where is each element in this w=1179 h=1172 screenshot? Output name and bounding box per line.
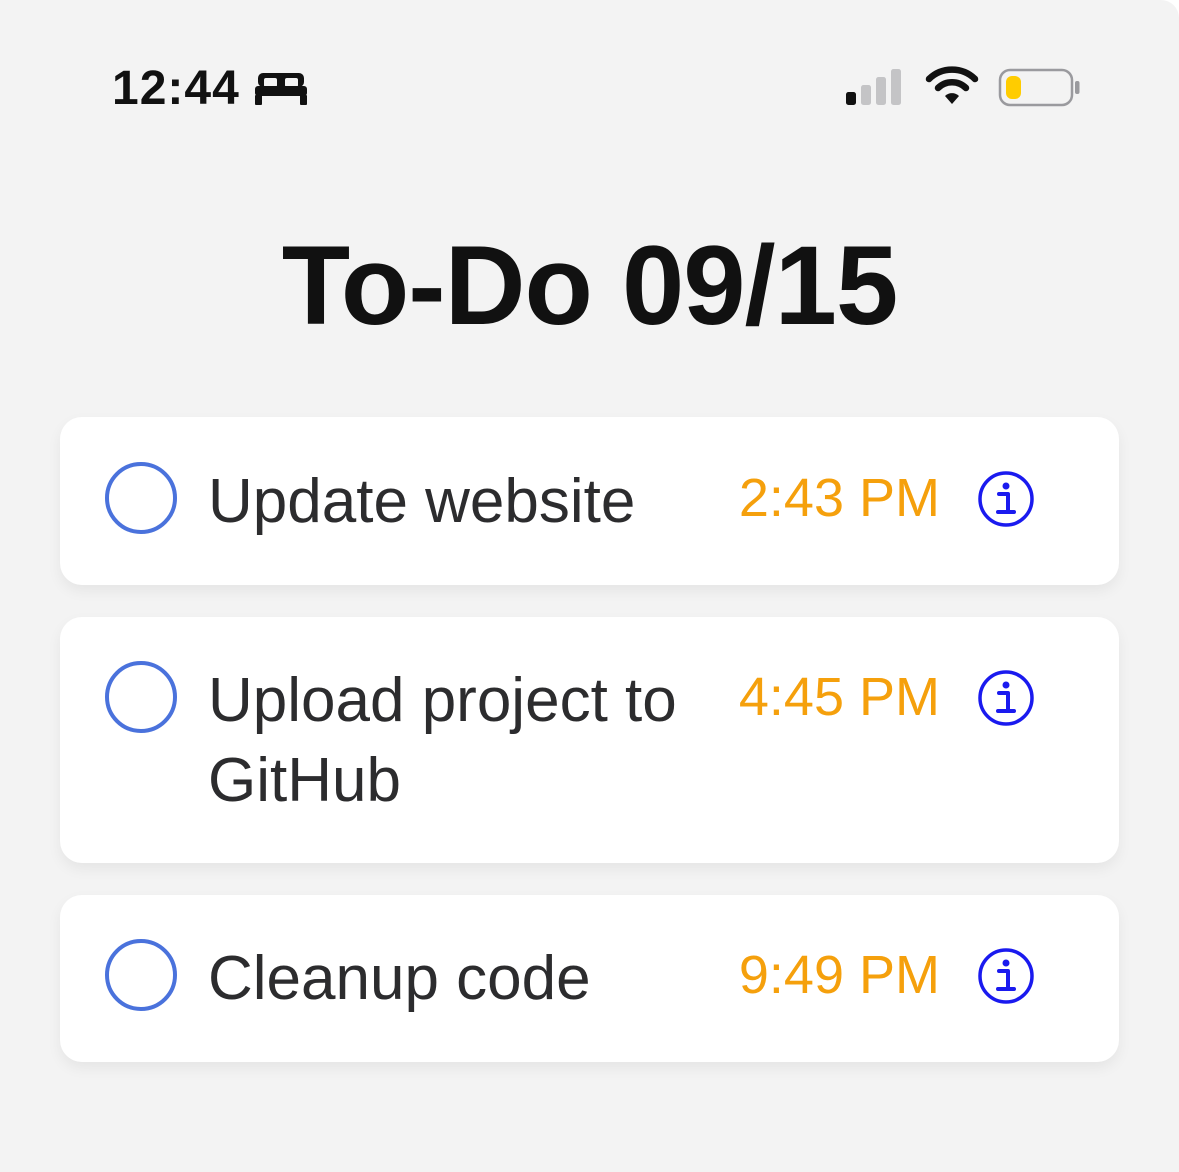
status-bar: 12:44: [0, 0, 1179, 180]
clock-group: 12:44: [112, 58, 308, 118]
task-title[interactable]: Cleanup code: [208, 939, 688, 1019]
task-time: 2:43 PM: [738, 468, 940, 528]
task-checkbox[interactable]: [105, 661, 177, 733]
task-time: 4:45 PM: [738, 667, 940, 727]
page-title: To-Do 09/15: [281, 223, 899, 348]
todo-screen: 12:44 To-Do 09/15 Update website 2:43 PM…: [0, 0, 1179, 1172]
info-icon[interactable]: [977, 669, 1035, 727]
task-time: 9:49 PM: [738, 945, 940, 1005]
task-checkbox[interactable]: [105, 939, 177, 1011]
task-title[interactable]: Update website: [208, 462, 688, 542]
status-time: 12:44: [112, 61, 240, 115]
wifi-icon: [924, 66, 980, 106]
info-icon[interactable]: [977, 947, 1035, 1005]
cellular-signal-icon: [846, 68, 906, 106]
task-checkbox[interactable]: [105, 462, 177, 534]
bed-icon: [254, 71, 308, 105]
info-icon[interactable]: [977, 470, 1035, 528]
battery-icon: [998, 68, 1082, 108]
task-title[interactable]: Upload project to GitHub: [208, 661, 688, 821]
